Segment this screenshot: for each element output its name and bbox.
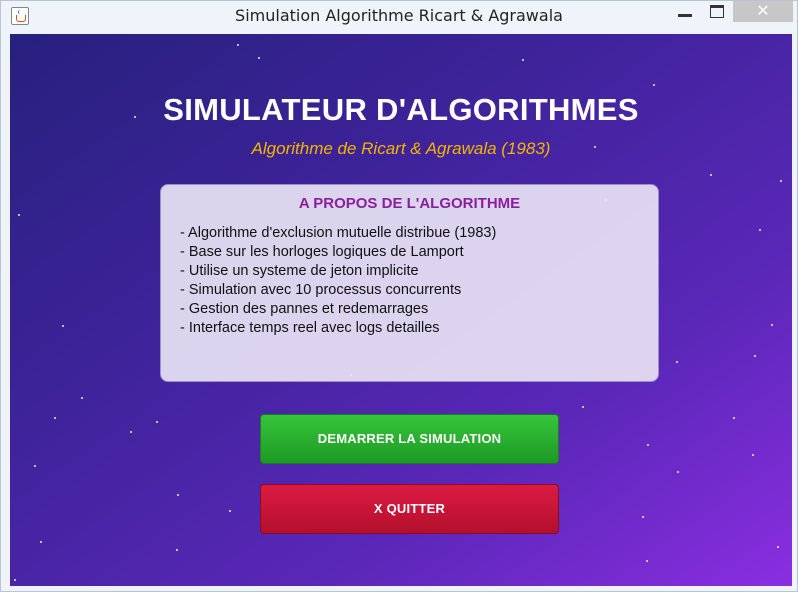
star (582, 406, 584, 408)
list-item: - Gestion des pannes et redemarrages (180, 301, 429, 317)
star (130, 431, 132, 433)
star (677, 471, 679, 473)
list-item: - Utilise un systeme de jeton implicite (180, 263, 419, 279)
star (754, 355, 756, 357)
star (156, 421, 158, 423)
star (62, 325, 64, 327)
about-title: A PROPOS DE L'ALGORITHME (298, 195, 521, 212)
title-bar[interactable]: Simulation Algorithme Ricart & Agrawala … (1, 1, 797, 33)
star (258, 57, 260, 59)
star (647, 444, 649, 446)
star (18, 214, 20, 216)
star (777, 546, 779, 548)
star (40, 541, 42, 543)
star (752, 454, 754, 456)
about-list: - Algorithme d'exclusion mutuelle distri… (180, 224, 496, 338)
list-item: - Algorithme d'exclusion mutuelle distri… (180, 225, 497, 241)
star (653, 84, 655, 86)
maximize-button[interactable] (705, 1, 731, 22)
star (177, 494, 179, 496)
list-item: - Interface temps reel avec logs detaill… (180, 320, 440, 336)
star (676, 361, 678, 363)
list-item: - Base sur les horloges logiques de Lamp… (180, 244, 464, 260)
quit-button[interactable]: X QUITTER (260, 484, 559, 534)
star (642, 516, 644, 518)
main-panel: SIMULATEUR D'ALGORITHMES Algorithme de R… (10, 34, 792, 586)
star (710, 174, 712, 176)
list-item: - Simulation avec 10 processus concurren… (180, 282, 462, 298)
star (81, 397, 83, 399)
about-panel: A PROPOS DE L'ALGORITHME - Algorithme d'… (160, 184, 659, 382)
star (733, 417, 735, 419)
page-title: SIMULATEUR D'ALGORITHMES (163, 92, 639, 127)
minimize-button[interactable] (665, 1, 705, 22)
star (229, 510, 231, 512)
start-simulation-button[interactable]: DEMARRER LA SIMULATION (260, 414, 559, 464)
star (771, 324, 773, 326)
star (522, 59, 524, 61)
star (54, 417, 56, 419)
app-window: Simulation Algorithme Ricart & Agrawala … (0, 0, 798, 592)
star (14, 579, 16, 581)
close-button[interactable]: ✕ (733, 1, 793, 22)
page-subtitle: Algorithme de Ricart & Agrawala (1983) (251, 139, 551, 158)
star (176, 549, 178, 551)
star (780, 180, 782, 182)
star (237, 44, 239, 46)
star (646, 560, 648, 562)
star (759, 229, 761, 231)
star (34, 465, 36, 467)
